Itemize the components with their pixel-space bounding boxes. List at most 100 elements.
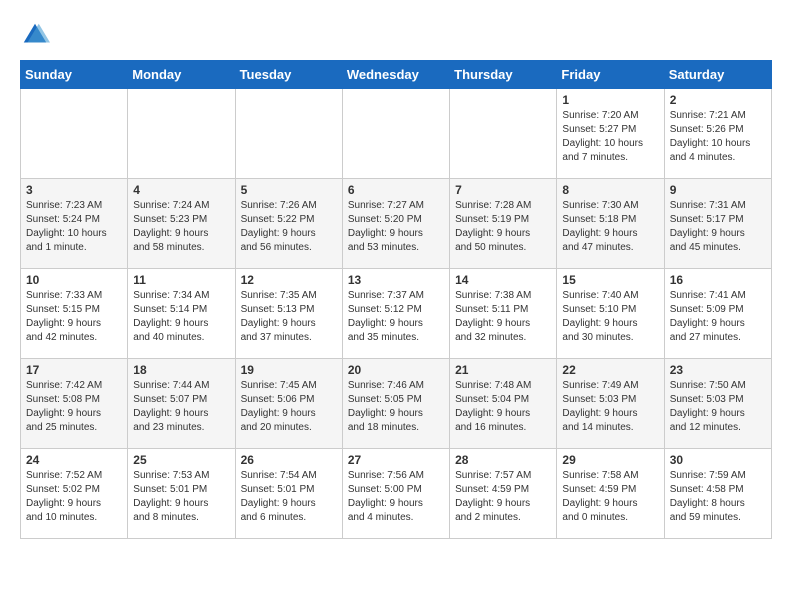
- day-info: Sunrise: 7:57 AM Sunset: 4:59 PM Dayligh…: [455, 469, 551, 525]
- day-info: Sunrise: 7:49 AM Sunset: 5:03 PM Dayligh…: [562, 379, 658, 435]
- day-cell: 24 Sunrise: 7:52 AM Sunset: 5:02 PM Dayli…: [21, 449, 128, 539]
- day-number: 10: [26, 273, 122, 287]
- day-cell: 3Sunrise: 7:23 AM Sunset: 5:24 PM Daylig…: [21, 179, 128, 269]
- day-number: 11: [133, 273, 229, 287]
- day-number: 3: [26, 183, 122, 197]
- day-cell: [342, 89, 449, 179]
- day-info: Sunrise: 7:37 AM Sunset: 5:12 PM Dayligh…: [348, 289, 444, 345]
- day-number: 20: [348, 363, 444, 377]
- day-cell: 6Sunrise: 7:27 AM Sunset: 5:20 PM Daylig…: [342, 179, 449, 269]
- day-number: 25: [133, 453, 229, 467]
- calendar-table: SundayMondayTuesdayWednesdayThursdayFrid…: [20, 60, 772, 539]
- day-number: 7: [455, 183, 551, 197]
- day-info: Sunrise: 7:30 AM Sunset: 5:18 PM Dayligh…: [562, 199, 658, 255]
- day-cell: 25 Sunrise: 7:53 AM Sunset: 5:01 PM Dayli…: [128, 449, 235, 539]
- day-cell: [21, 89, 128, 179]
- day-info: Sunrise: 7:48 AM Sunset: 5:04 PM Dayligh…: [455, 379, 551, 435]
- day-cell: 5Sunrise: 7:26 AM Sunset: 5:22 PM Daylig…: [235, 179, 342, 269]
- week-row-3: 10 Sunrise: 7:33 AM Sunset: 5:15 PM Dayli…: [21, 269, 772, 359]
- header-row: SundayMondayTuesdayWednesdayThursdayFrid…: [21, 61, 772, 89]
- day-cell: 13 Sunrise: 7:37 AM Sunset: 5:12 PM Dayli…: [342, 269, 449, 359]
- day-number: 1: [562, 93, 658, 107]
- day-cell: 10 Sunrise: 7:33 AM Sunset: 5:15 PM Dayli…: [21, 269, 128, 359]
- day-info: Sunrise: 7:42 AM Sunset: 5:08 PM Dayligh…: [26, 379, 122, 435]
- day-number: 5: [241, 183, 337, 197]
- day-cell: 16 Sunrise: 7:41 AM Sunset: 5:09 PM Dayli…: [664, 269, 771, 359]
- week-row-2: 3Sunrise: 7:23 AM Sunset: 5:24 PM Daylig…: [21, 179, 772, 269]
- day-info: Sunrise: 7:53 AM Sunset: 5:01 PM Dayligh…: [133, 469, 229, 525]
- day-cell: 27 Sunrise: 7:56 AM Sunset: 5:00 PM Dayli…: [342, 449, 449, 539]
- day-cell: 11 Sunrise: 7:34 AM Sunset: 5:14 PM Dayli…: [128, 269, 235, 359]
- page-header: [20, 20, 772, 50]
- day-number: 27: [348, 453, 444, 467]
- day-cell: 21 Sunrise: 7:48 AM Sunset: 5:04 PM Dayli…: [450, 359, 557, 449]
- day-cell: 26 Sunrise: 7:54 AM Sunset: 5:01 PM Dayli…: [235, 449, 342, 539]
- logo: [20, 20, 54, 50]
- day-number: 23: [670, 363, 766, 377]
- day-cell: 1 Sunrise: 7:20 AM Sunset: 5:27 PM Daylig…: [557, 89, 664, 179]
- day-number: 19: [241, 363, 337, 377]
- day-info: Sunrise: 7:44 AM Sunset: 5:07 PM Dayligh…: [133, 379, 229, 435]
- day-cell: 15 Sunrise: 7:40 AM Sunset: 5:10 PM Dayli…: [557, 269, 664, 359]
- day-number: 24: [26, 453, 122, 467]
- header-cell-wednesday: Wednesday: [342, 61, 449, 89]
- day-cell: [235, 89, 342, 179]
- day-info: Sunrise: 7:34 AM Sunset: 5:14 PM Dayligh…: [133, 289, 229, 345]
- day-info: Sunrise: 7:38 AM Sunset: 5:11 PM Dayligh…: [455, 289, 551, 345]
- day-number: 13: [348, 273, 444, 287]
- day-cell: 8 Sunrise: 7:30 AM Sunset: 5:18 PM Daylig…: [557, 179, 664, 269]
- day-number: 14: [455, 273, 551, 287]
- day-number: 12: [241, 273, 337, 287]
- day-cell: 22 Sunrise: 7:49 AM Sunset: 5:03 PM Dayli…: [557, 359, 664, 449]
- day-info: Sunrise: 7:52 AM Sunset: 5:02 PM Dayligh…: [26, 469, 122, 525]
- day-cell: 12 Sunrise: 7:35 AM Sunset: 5:13 PM Dayli…: [235, 269, 342, 359]
- day-info: Sunrise: 7:33 AM Sunset: 5:15 PM Dayligh…: [26, 289, 122, 345]
- day-cell: 14 Sunrise: 7:38 AM Sunset: 5:11 PM Dayli…: [450, 269, 557, 359]
- day-number: 16: [670, 273, 766, 287]
- day-info: Sunrise: 7:54 AM Sunset: 5:01 PM Dayligh…: [241, 469, 337, 525]
- day-number: 8: [562, 183, 658, 197]
- calendar-body: 1 Sunrise: 7:20 AM Sunset: 5:27 PM Daylig…: [21, 89, 772, 539]
- day-cell: [450, 89, 557, 179]
- day-number: 21: [455, 363, 551, 377]
- day-cell: [128, 89, 235, 179]
- day-cell: 7 Sunrise: 7:28 AM Sunset: 5:19 PM Daylig…: [450, 179, 557, 269]
- day-info: Sunrise: 7:20 AM Sunset: 5:27 PM Dayligh…: [562, 109, 658, 165]
- week-row-5: 24 Sunrise: 7:52 AM Sunset: 5:02 PM Dayli…: [21, 449, 772, 539]
- header-cell-saturday: Saturday: [664, 61, 771, 89]
- day-cell: 2 Sunrise: 7:21 AM Sunset: 5:26 PM Daylig…: [664, 89, 771, 179]
- day-cell: 19 Sunrise: 7:45 AM Sunset: 5:06 PM Dayli…: [235, 359, 342, 449]
- day-info: Sunrise: 7:28 AM Sunset: 5:19 PM Dayligh…: [455, 199, 551, 255]
- day-info: Sunrise: 7:45 AM Sunset: 5:06 PM Dayligh…: [241, 379, 337, 435]
- day-info: Sunrise: 7:41 AM Sunset: 5:09 PM Dayligh…: [670, 289, 766, 345]
- week-row-4: 17 Sunrise: 7:42 AM Sunset: 5:08 PM Dayli…: [21, 359, 772, 449]
- week-row-1: 1 Sunrise: 7:20 AM Sunset: 5:27 PM Daylig…: [21, 89, 772, 179]
- day-cell: 23 Sunrise: 7:50 AM Sunset: 5:03 PM Dayli…: [664, 359, 771, 449]
- day-cell: 17 Sunrise: 7:42 AM Sunset: 5:08 PM Dayli…: [21, 359, 128, 449]
- day-info: Sunrise: 7:58 AM Sunset: 4:59 PM Dayligh…: [562, 469, 658, 525]
- header-cell-friday: Friday: [557, 61, 664, 89]
- day-number: 2: [670, 93, 766, 107]
- day-info: Sunrise: 7:35 AM Sunset: 5:13 PM Dayligh…: [241, 289, 337, 345]
- day-info: Sunrise: 7:24 AM Sunset: 5:23 PM Dayligh…: [133, 199, 229, 255]
- day-number: 6: [348, 183, 444, 197]
- day-info: Sunrise: 7:21 AM Sunset: 5:26 PM Dayligh…: [670, 109, 766, 165]
- day-info: Sunrise: 7:56 AM Sunset: 5:00 PM Dayligh…: [348, 469, 444, 525]
- header-cell-thursday: Thursday: [450, 61, 557, 89]
- day-number: 22: [562, 363, 658, 377]
- day-info: Sunrise: 7:31 AM Sunset: 5:17 PM Dayligh…: [670, 199, 766, 255]
- day-cell: 30Sunrise: 7:59 AM Sunset: 4:58 PM Dayli…: [664, 449, 771, 539]
- day-number: 28: [455, 453, 551, 467]
- day-info: Sunrise: 7:50 AM Sunset: 5:03 PM Dayligh…: [670, 379, 766, 435]
- day-info: Sunrise: 7:40 AM Sunset: 5:10 PM Dayligh…: [562, 289, 658, 345]
- calendar-header: SundayMondayTuesdayWednesdayThursdayFrid…: [21, 61, 772, 89]
- day-cell: 20 Sunrise: 7:46 AM Sunset: 5:05 PM Dayli…: [342, 359, 449, 449]
- day-number: 15: [562, 273, 658, 287]
- day-number: 4: [133, 183, 229, 197]
- day-number: 17: [26, 363, 122, 377]
- day-cell: 29Sunrise: 7:58 AM Sunset: 4:59 PM Dayli…: [557, 449, 664, 539]
- logo-icon: [20, 20, 50, 50]
- day-cell: 9Sunrise: 7:31 AM Sunset: 5:17 PM Daylig…: [664, 179, 771, 269]
- day-number: 26: [241, 453, 337, 467]
- day-info: Sunrise: 7:46 AM Sunset: 5:05 PM Dayligh…: [348, 379, 444, 435]
